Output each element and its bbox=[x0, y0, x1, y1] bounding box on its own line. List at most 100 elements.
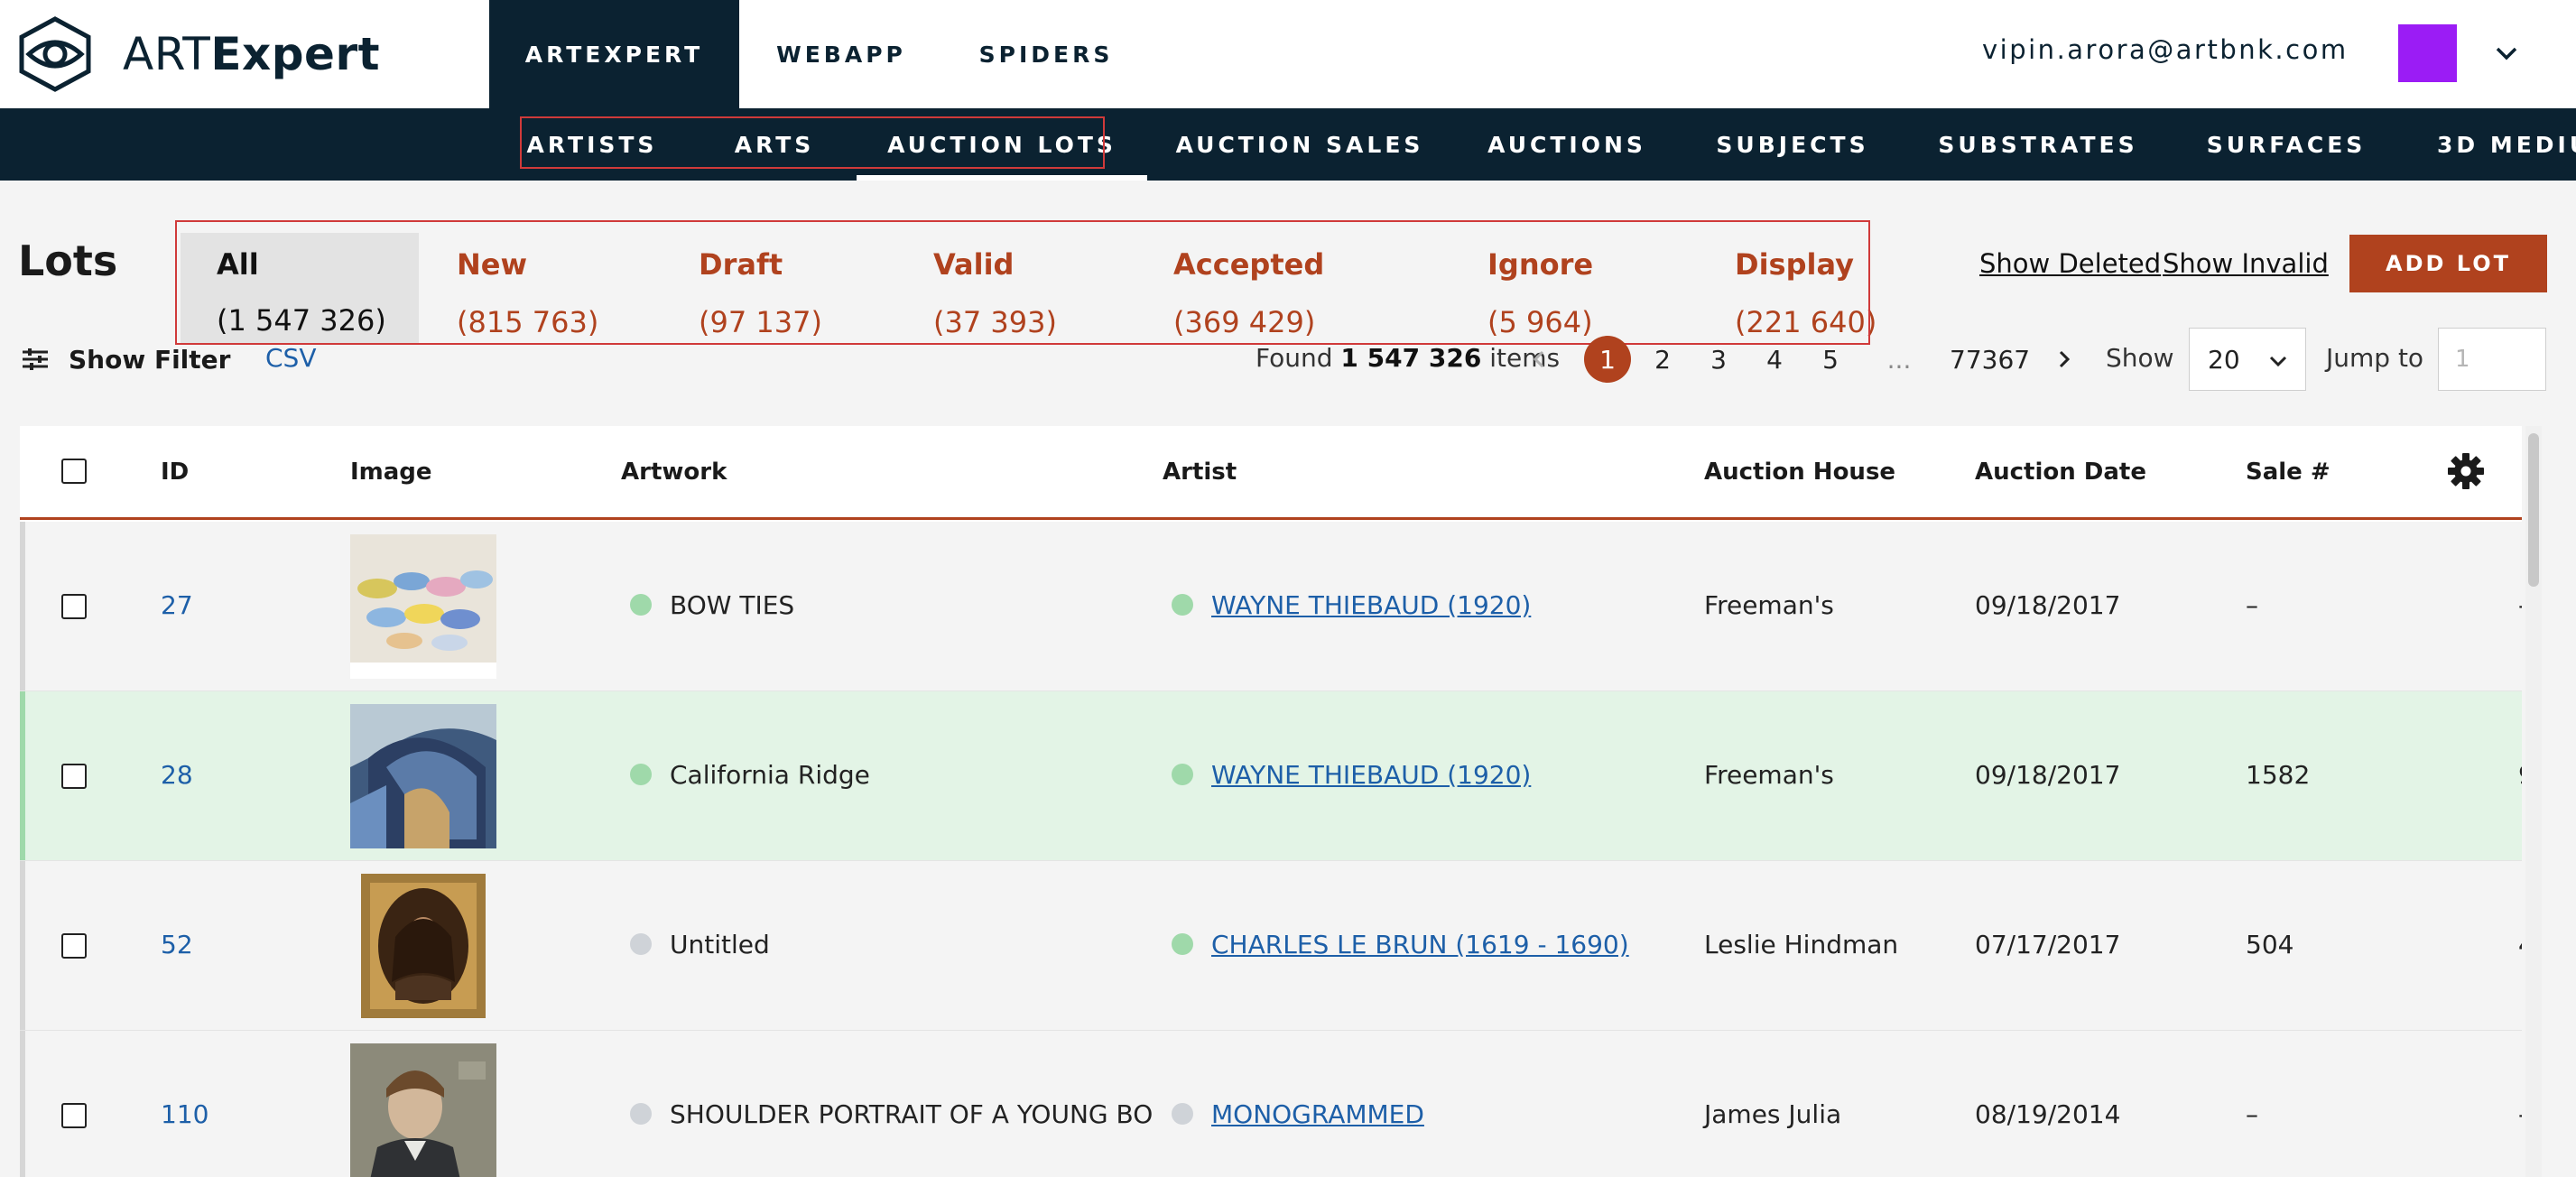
subnav-auction-lots[interactable]: AUCTION LOTS bbox=[885, 108, 1119, 181]
table-row[interactable]: 27 BOW TIES WAYNE THIEBAUD (1920) Freema… bbox=[20, 522, 2522, 691]
column-header-artist[interactable]: Artist bbox=[1163, 459, 1237, 486]
top-tab-webapp[interactable]: WEBAPP bbox=[760, 0, 922, 108]
show-invalid-link[interactable]: Show Invalid bbox=[2163, 248, 2329, 279]
table-row[interactable]: 28 California Ridge WAYNE THIEBAUD (1920… bbox=[20, 691, 2522, 861]
status-tab-new[interactable]: New (815 763) bbox=[457, 233, 637, 343]
status-tab-count: (815 763) bbox=[457, 305, 599, 339]
status-tab-accepted[interactable]: Accepted (369 429) bbox=[1173, 233, 1372, 343]
select-all-checkbox[interactable] bbox=[61, 459, 87, 484]
subnav-auctions[interactable]: AUCTIONS bbox=[1487, 108, 1646, 181]
column-header-auction-date[interactable]: Auction Date bbox=[1975, 459, 2146, 486]
prev-page-button[interactable] bbox=[1525, 336, 1552, 383]
top-tab-spiders[interactable]: SPIDERS bbox=[968, 0, 1125, 108]
lot-id-link[interactable]: 28 bbox=[161, 760, 193, 790]
lot-thumbnail[interactable] bbox=[350, 1043, 496, 1177]
table-row[interactable]: 110 SHOULDER PORTRAIT OF A YOUNG BO MONO… bbox=[20, 1031, 2522, 1177]
app-name: ARTExpert bbox=[123, 28, 381, 80]
page-size-select[interactable]: 20 bbox=[2189, 328, 2306, 391]
chevron-right-icon bbox=[2059, 350, 2071, 368]
lot-thumbnail[interactable] bbox=[350, 874, 496, 1018]
column-header-sale-number[interactable]: Sale # bbox=[2246, 459, 2330, 486]
status-tab-valid[interactable]: Valid (37 393) bbox=[933, 233, 1114, 343]
chevron-down-icon[interactable] bbox=[2493, 40, 2520, 67]
lot-id-link[interactable]: 27 bbox=[161, 590, 193, 620]
column-header-auction-house[interactable]: Auction House bbox=[1704, 459, 1895, 486]
overflow-cell: 4 bbox=[2518, 930, 2522, 959]
lot-thumbnail[interactable] bbox=[350, 534, 496, 679]
artist-link[interactable]: WAYNE THIEBAUD (1920) bbox=[1211, 760, 1531, 790]
subnav-arts[interactable]: ARTS bbox=[720, 108, 829, 181]
artist-link[interactable]: CHARLES LE BRUN (1619 - 1690) bbox=[1211, 930, 1629, 959]
subnav-surfaces[interactable]: SURFACES bbox=[2207, 108, 2363, 181]
column-header-artwork[interactable]: Artwork bbox=[621, 459, 727, 486]
row-checkbox[interactable] bbox=[61, 933, 87, 959]
subnav-artists[interactable]: ARTISTS bbox=[520, 108, 664, 181]
top-tab-artexpert[interactable]: ARTEXPERT bbox=[489, 0, 739, 108]
auction-date: 07/17/2017 bbox=[1975, 930, 2121, 959]
column-header-image[interactable]: Image bbox=[350, 459, 432, 486]
app-logo[interactable]: ARTExpert bbox=[16, 16, 380, 92]
artwork-title: BOW TIES bbox=[670, 590, 795, 620]
lot-id-link[interactable]: 52 bbox=[161, 930, 193, 959]
jump-to-label: Jump to bbox=[2326, 343, 2424, 373]
subnav-auction-sales[interactable]: AUCTION SALES bbox=[1173, 108, 1426, 181]
show-filter-button[interactable]: Show Filter bbox=[22, 343, 230, 375]
avatar[interactable] bbox=[2398, 24, 2457, 82]
status-tab-label: Display bbox=[1735, 247, 1854, 282]
page-button[interactable]: 3 bbox=[1695, 336, 1742, 383]
active-subnav-indicator bbox=[857, 175, 1147, 181]
page-size-value: 20 bbox=[2208, 344, 2240, 375]
next-page-button[interactable] bbox=[2051, 336, 2078, 383]
page-button-last[interactable]: 77367 bbox=[1950, 336, 2030, 383]
row-checkbox[interactable] bbox=[61, 594, 87, 619]
scrollbar-thumb[interactable] bbox=[2528, 433, 2539, 587]
status-tab-count: (221 640) bbox=[1735, 305, 1877, 339]
row-status-bar bbox=[20, 1031, 25, 1177]
status-tab-count: (97 137) bbox=[699, 305, 822, 339]
artist-link[interactable]: WAYNE THIEBAUD (1920) bbox=[1211, 590, 1531, 620]
artwork-title: Untitled bbox=[670, 930, 770, 959]
add-lot-button[interactable]: ADD LOT bbox=[2349, 235, 2547, 292]
chevron-left-icon bbox=[1533, 350, 1544, 368]
status-tab-count: (1 547 326) bbox=[217, 303, 386, 338]
auction-date: 09/18/2017 bbox=[1975, 590, 2121, 620]
lot-id-link[interactable]: 110 bbox=[161, 1099, 208, 1129]
user-email[interactable]: vipin.arora@artbnk.com bbox=[1982, 34, 2349, 65]
page-button[interactable]: 4 bbox=[1751, 336, 1798, 383]
auction-date: 08/19/2014 bbox=[1975, 1099, 2121, 1129]
status-tab-all[interactable]: All (1 547 326) bbox=[181, 233, 419, 343]
table-scrollbar[interactable] bbox=[2525, 426, 2542, 1177]
found-count: 1 547 326 bbox=[1340, 343, 1482, 373]
overflow-cell: - bbox=[2518, 1099, 2522, 1129]
artist-link[interactable]: MONOGRAMMED bbox=[1211, 1099, 1424, 1129]
jump-to-input[interactable] bbox=[2438, 328, 2546, 391]
sub-navigation: ARTISTS ARTS AUCTION LOTS AUCTION SALES … bbox=[0, 108, 2576, 181]
gear-icon[interactable] bbox=[2446, 451, 2486, 491]
status-tab-ignore[interactable]: Ignore (5 964) bbox=[1487, 233, 1650, 343]
subnav-3d-medium[interactable]: 3D MEDIU bbox=[2437, 108, 2576, 181]
show-filter-label: Show Filter bbox=[69, 344, 231, 375]
show-deleted-link[interactable]: Show Deleted bbox=[1979, 248, 2161, 279]
artist-status-dot bbox=[1172, 764, 1193, 785]
status-tab-display[interactable]: Display (221 640) bbox=[1735, 233, 1877, 343]
sale-number: – bbox=[2246, 590, 2258, 620]
csv-export-link[interactable]: CSV bbox=[265, 343, 316, 373]
table-row[interactable]: 52 Untitled CHARLES LE BRUN (1619 - 1690… bbox=[20, 861, 2522, 1031]
found-items-text: Found 1 547 326 items bbox=[1256, 343, 1561, 373]
subnav-subjects[interactable]: SUBJECTS bbox=[1716, 108, 1868, 181]
subnav-substrates[interactable]: SUBSTRATES bbox=[1938, 108, 2136, 181]
page-button[interactable]: 5 bbox=[1807, 336, 1854, 383]
status-tab-draft[interactable]: Draft (97 137) bbox=[699, 233, 879, 343]
artist-status-dot bbox=[1172, 1103, 1193, 1125]
lot-thumbnail[interactable] bbox=[350, 704, 496, 848]
column-header-id[interactable]: ID bbox=[161, 459, 189, 486]
page-button[interactable]: 2 bbox=[1639, 336, 1686, 383]
row-checkbox[interactable] bbox=[61, 1103, 87, 1128]
artist-status-dot bbox=[1172, 594, 1193, 616]
row-checkbox[interactable] bbox=[61, 764, 87, 789]
page-button-current[interactable]: 1 bbox=[1584, 336, 1631, 383]
status-tab-count: (369 429) bbox=[1173, 305, 1316, 339]
column-header-overflow[interactable]: I bbox=[2520, 459, 2522, 486]
status-tab-label: New bbox=[457, 247, 528, 282]
auction-house: Freeman's bbox=[1704, 590, 1834, 620]
